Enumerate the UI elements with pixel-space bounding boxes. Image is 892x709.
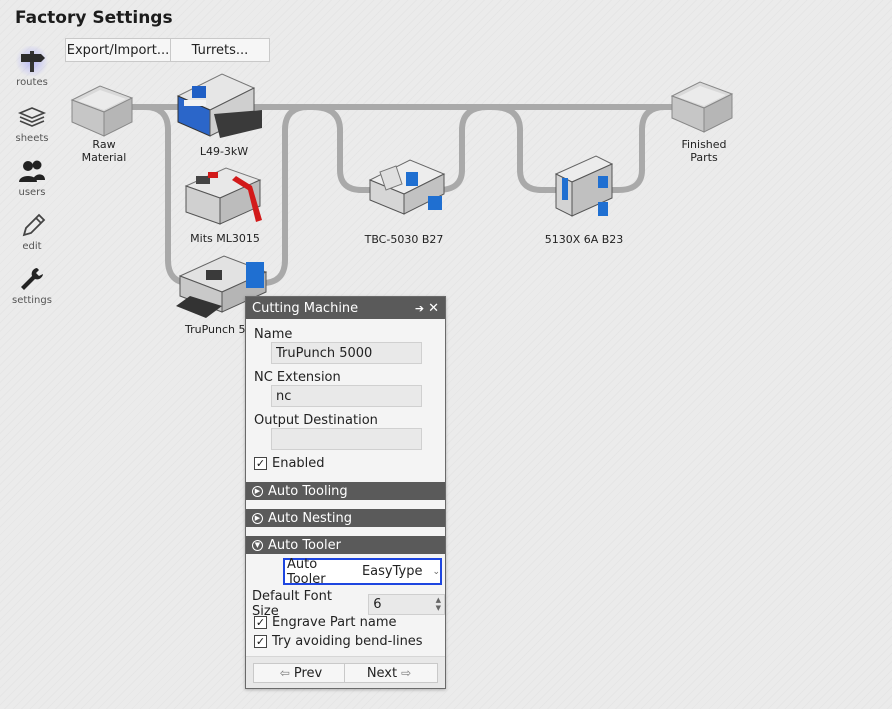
expand-icon: ▶ bbox=[252, 512, 263, 524]
machine-mits-icon[interactable] bbox=[184, 167, 262, 225]
engrave-checkbox[interactable]: ✓ bbox=[254, 616, 267, 629]
auto-tooler-select[interactable]: EasyType ⌄ bbox=[362, 564, 440, 579]
avoid-bend-lines-checkbox[interactable]: ✓ bbox=[254, 635, 267, 648]
enabled-checkbox-row[interactable]: ✓ Enabled bbox=[254, 456, 325, 471]
arrow-right-icon: ⇨ bbox=[401, 666, 412, 680]
collapse-icon: ▼ bbox=[252, 539, 263, 551]
auto-tooler-label: Auto Tooler bbox=[287, 556, 326, 587]
expand-icon: ▶ bbox=[252, 485, 263, 497]
default-font-size-value: 6 bbox=[373, 596, 382, 612]
panel-header: Cutting Machine ➔ ✕ bbox=[246, 297, 445, 319]
raw-material-label: Raw Material bbox=[81, 138, 127, 164]
raw-material-bin[interactable] bbox=[70, 85, 134, 137]
name-field[interactable] bbox=[271, 342, 422, 364]
route-canvas bbox=[70, 73, 734, 318]
cutting-machine-panel: Cutting Machine ➔ ✕ Name NC Extension Ou… bbox=[245, 296, 446, 689]
machine-tbc-icon[interactable] bbox=[368, 159, 446, 215]
enabled-checkbox[interactable]: ✓ bbox=[254, 457, 267, 470]
nc-extension-label: NC Extension bbox=[254, 370, 341, 385]
enabled-label: Enabled bbox=[272, 456, 325, 471]
default-font-size-stepper[interactable]: 6 ▲ ▼ bbox=[368, 593, 445, 615]
section-label: Auto Tooler bbox=[268, 537, 341, 553]
finished-parts-bin[interactable] bbox=[670, 81, 734, 133]
prev-label: Prev bbox=[293, 665, 323, 681]
next-label: Next bbox=[366, 665, 398, 681]
section-label: Auto Nesting bbox=[268, 510, 353, 526]
panel-title: Cutting Machine bbox=[252, 300, 359, 316]
pin-icon[interactable]: ➔ bbox=[415, 302, 424, 315]
machine-label: 5130X 6A B23 bbox=[544, 233, 624, 246]
machine-5130x-icon[interactable] bbox=[554, 155, 614, 217]
auto-tooler-value: EasyType bbox=[361, 564, 423, 579]
avoid-bend-lines-checkbox-row[interactable]: ✓ Try avoiding bend-lines bbox=[254, 634, 423, 649]
chevron-down-icon: ⌄ bbox=[432, 566, 440, 577]
output-destination-label: Output Destination bbox=[254, 413, 378, 428]
machine-l49-icon[interactable] bbox=[176, 73, 262, 138]
section-auto-nesting[interactable]: ▶ Auto Nesting bbox=[246, 509, 445, 527]
auto-tooler-row: Auto Tooler EasyType ⌄ bbox=[283, 556, 442, 587]
avoid-bend-lines-label: Try avoiding bend-lines bbox=[272, 634, 423, 649]
arrow-left-icon: ⇦ bbox=[279, 666, 290, 680]
panel-footer: ⇦ Prev Next ⇨ bbox=[246, 656, 445, 688]
engrave-checkbox-row[interactable]: ✓ Engrave Part name bbox=[254, 615, 397, 630]
machine-label: Mits ML3015 bbox=[190, 232, 260, 245]
prev-button[interactable]: ⇦ Prev bbox=[253, 663, 345, 683]
next-button[interactable]: Next ⇨ bbox=[345, 663, 438, 683]
stepper-arrows-icon[interactable]: ▲ ▼ bbox=[436, 596, 441, 612]
output-destination-field[interactable] bbox=[271, 428, 422, 450]
engrave-label: Engrave Part name bbox=[272, 615, 397, 630]
finished-parts-label: Finished Parts bbox=[681, 138, 727, 164]
name-label: Name bbox=[254, 327, 293, 342]
close-icon[interactable]: ✕ bbox=[428, 301, 439, 316]
section-auto-tooling[interactable]: ▶ Auto Tooling bbox=[246, 482, 445, 500]
nc-extension-field[interactable] bbox=[271, 385, 422, 407]
section-auto-tooler[interactable]: ▼ Auto Tooler bbox=[246, 536, 445, 554]
section-label: Auto Tooling bbox=[268, 483, 348, 499]
machine-label: L49-3kW bbox=[199, 145, 249, 158]
machine-label: TBC-5030 B27 bbox=[364, 233, 444, 246]
